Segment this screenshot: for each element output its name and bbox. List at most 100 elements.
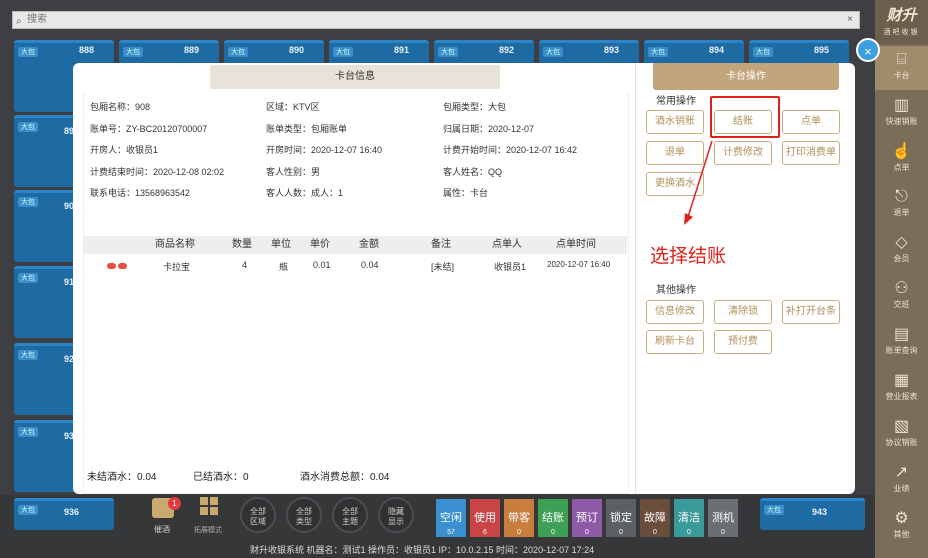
column-header: 数量 (232, 239, 252, 250)
guest-name: 客人姓名：QQ (443, 167, 503, 177)
settled-drinks: 已结酒水：0 (193, 472, 249, 483)
room-type-tag: 大包 (764, 505, 784, 515)
guest-count: 客人人数：成人：1 (266, 188, 344, 198)
grid-mode-icon[interactable] (200, 497, 218, 515)
status-tile-label: 锁定 (610, 512, 632, 524)
status-tile-count: 0 (687, 529, 691, 536)
bill-type: 账单类型：包厢账单 (266, 124, 348, 134)
filter-all-area-button[interactable]: 全部 区域 (240, 497, 276, 533)
status-tile-locked[interactable]: 锁定 0 (606, 499, 636, 537)
clear-lock-button[interactable]: 清除锁 (714, 300, 772, 324)
close-dialog-button[interactable]: × (856, 38, 880, 62)
status-tile-fault[interactable]: 故障 0 (640, 499, 670, 537)
order-button[interactable]: 点单 (782, 110, 840, 134)
sidebar-item-label: 交班 (893, 300, 910, 309)
sidebar-item-label: 退单 (893, 208, 910, 217)
common-actions-title: 常用操作 (656, 96, 696, 107)
annotation-text: 选择结账 (650, 246, 727, 267)
reprint-open-slip-button[interactable]: 补打开台条 (782, 300, 840, 324)
status-tile-testing[interactable]: 测机 0 (708, 499, 738, 537)
status-bar-text: 财升收银系统 机器名：测试1 操作员：收银员1 IP：10.0.2.15 时间：… (250, 545, 595, 555)
status-tile-count: 0 (585, 529, 589, 536)
call-service-badge: 1 (168, 497, 181, 510)
annotation-arrow (684, 140, 713, 225)
return-icon: ⎋ (895, 188, 908, 205)
column-header: 单价 (310, 239, 330, 250)
room-type-tag: 大包 (18, 273, 38, 283)
bill-icon: ▤ (893, 326, 910, 343)
room-type: 包厢类型：大包 (443, 102, 507, 112)
attribute: 属性：卡台 (443, 188, 489, 198)
refresh-table-button[interactable]: 刷新卡台 (646, 330, 704, 354)
room-type-tag: 大包 (648, 47, 668, 57)
filter-all-theme-button[interactable]: 全部 主题 (332, 497, 368, 533)
delete-row-icon[interactable] (118, 263, 127, 269)
drink-writeoff-button[interactable]: 酒水销账 (646, 110, 704, 134)
table-header: 商品名称 数量 单位 单价 金额 备注 点单人 点单时间 (83, 236, 627, 254)
status-tile-reserved[interactable]: 预订 0 (572, 499, 602, 537)
shift-icon: ⚇ (894, 280, 909, 297)
sidebar-item-business-report[interactable]: ▦ 营业报表 (875, 367, 928, 411)
status-tile-count: 0 (551, 529, 555, 536)
open-time: 开房时间：2020-12-07 16:40 (266, 145, 383, 155)
sidebar-item-bill-query[interactable]: ▤ 账单查询 (875, 321, 928, 365)
sidebar-item-other[interactable]: ⚙ 其他 (875, 505, 928, 549)
sidebar-item-order[interactable]: ☝ 点单 (875, 138, 928, 182)
status-tile-in-use[interactable]: 使用 6 (470, 499, 500, 537)
column-header: 单位 (271, 239, 291, 250)
status-tile-label: 清洁 (678, 512, 700, 524)
gear-icon: ⚙ (894, 510, 909, 527)
room-name: 包厢名称：908 (90, 102, 151, 112)
status-tile-free[interactable]: 空闲 57 (436, 499, 466, 537)
room-type-tag: 大包 (123, 47, 143, 57)
room-number: 943 (812, 507, 828, 517)
drinks-total: 酒水消费总额：0.04 (300, 472, 390, 483)
belong-date: 归属日期：2020-12-07 (443, 124, 535, 134)
sidebar-item-label: 会员 (893, 254, 910, 263)
bill-number: 账单号：ZY-BC20120700007 (90, 124, 208, 134)
status-tile-checkout[interactable]: 结账 0 (538, 499, 568, 537)
table-cell: 收银员1 (494, 262, 527, 272)
status-tile-count: 0 (619, 529, 623, 536)
room-number: 891 (393, 45, 409, 55)
brand-subtitle: 酒吧收银 (883, 29, 920, 36)
column-header: 点单时间 (556, 239, 596, 250)
sidebar-item-quick-writeoff[interactable]: ▥ 快速销账 (875, 92, 928, 136)
room-number: 888 (78, 45, 94, 55)
table-cell: [未结] (431, 262, 455, 272)
search-input[interactable]: ⌕ 搜索 × (12, 11, 860, 29)
edit-row-icon[interactable] (107, 263, 116, 269)
clear-search-button[interactable]: × (847, 12, 853, 28)
table-info-title: 卡台信息 (210, 65, 500, 89)
guest-sex: 客人性别：男 (266, 167, 321, 177)
sidebar-item-shift[interactable]: ⚇ 交班 (875, 275, 928, 319)
room-number: 889 (183, 45, 199, 55)
sidebar-item-label: 协议销账 (885, 438, 918, 447)
sidebar-item-return[interactable]: ⎋ 退单 (875, 183, 928, 227)
report-icon: ▦ (893, 372, 910, 389)
sidebar-item-agreement[interactable]: ▧ 协议销账 (875, 413, 928, 457)
status-tile-cleaning[interactable]: 清洁 0 (674, 499, 704, 537)
hide-show-button[interactable]: 隐藏 显示 (378, 497, 414, 533)
call-service-label: 催酒 (154, 525, 170, 534)
room-number: 894 (708, 45, 724, 55)
room-tile-943[interactable]: 大包 943 (760, 498, 865, 530)
sidebar-item-tables[interactable]: ⌸ 卡台 (875, 46, 928, 90)
print-bill-button[interactable]: 打印消费单 (782, 141, 840, 165)
room-number: 893 (603, 45, 619, 55)
room-type-tag: 大包 (228, 47, 248, 57)
writeoff-icon: ▥ (893, 97, 910, 114)
status-tile-count: 0 (721, 529, 725, 536)
info-modify-button[interactable]: 信息修改 (646, 300, 704, 324)
status-tile-with-guest[interactable]: 带客 0 (504, 499, 534, 537)
sidebar-item-performance[interactable]: ↗ 业绩 (875, 459, 928, 503)
prepay-button[interactable]: 预付费 (714, 330, 772, 354)
room-number: 936 (64, 507, 80, 517)
sidebar-item-label: 快速销账 (885, 117, 918, 126)
sidebar-item-member[interactable]: ◇ 会员 (875, 229, 928, 273)
filter-all-type-button[interactable]: 全部 类型 (286, 497, 322, 533)
room-tile-936[interactable]: 大包 936 (14, 498, 114, 530)
sidebar-item-label: 营业报表 (885, 392, 918, 401)
status-tile-count: 6 (483, 529, 487, 536)
search-placeholder: 搜索 (27, 14, 47, 25)
